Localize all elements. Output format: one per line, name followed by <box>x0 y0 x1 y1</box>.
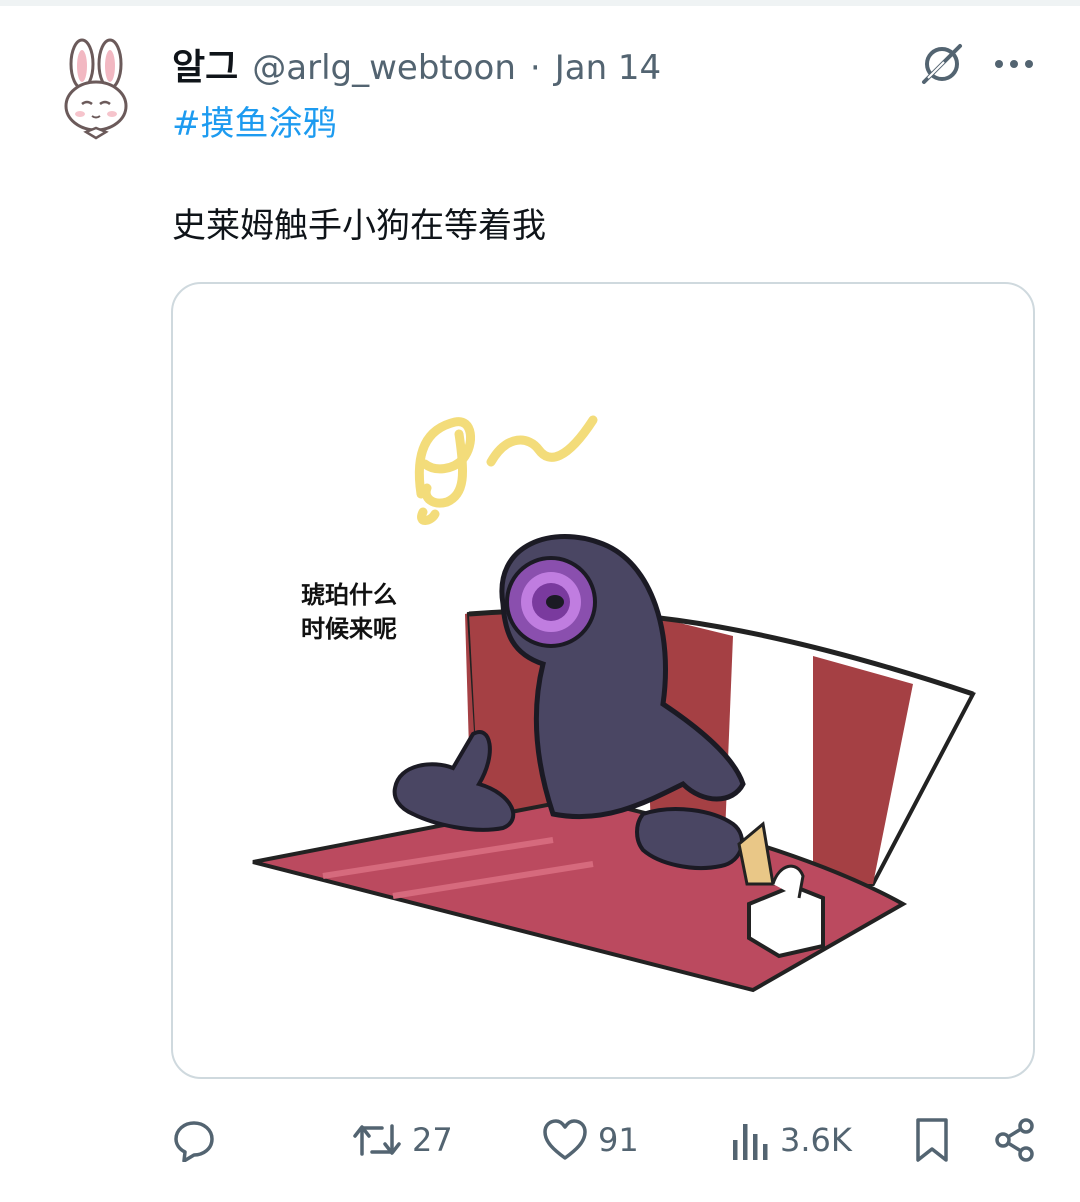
bunny-avatar-icon <box>64 38 128 140</box>
more-options-button[interactable] <box>990 44 1038 84</box>
author-line: 알그 @arlg_webtoon · Jan 14 <box>172 38 661 88</box>
share-icon <box>995 1118 1034 1162</box>
action-bar: 27 91 3.6K <box>0 1110 1080 1170</box>
speech-text: 琥珀什么 时候来呢 <box>301 578 461 646</box>
reply-button[interactable] <box>172 1110 216 1170</box>
tweet-text: 史莱姆触手小狗在等着我 <box>172 206 546 246</box>
author-avatar[interactable] <box>48 38 144 142</box>
retweet-icon <box>353 1124 401 1156</box>
illustration <box>252 415 976 993</box>
views-button[interactable]: 3.6K <box>730 1110 852 1170</box>
bar-chart-icon <box>733 1124 768 1160</box>
retweet-button[interactable]: 27 <box>352 1110 453 1170</box>
share-button[interactable] <box>994 1110 1036 1170</box>
grok-button[interactable] <box>918 40 966 88</box>
speech-line-1: 琥珀什么 <box>301 580 397 609</box>
heart-icon <box>543 1119 587 1160</box>
separator-dot: · <box>529 48 541 88</box>
hashtag-link[interactable]: #摸鱼涂鸦 <box>172 96 337 145</box>
tweet-date[interactable]: Jan 14 <box>555 48 661 88</box>
speech-line-2: 时候来呢 <box>301 614 397 643</box>
bookmark-button[interactable] <box>914 1110 950 1170</box>
music-note-scribble <box>414 415 598 525</box>
retweet-count: 27 <box>412 1121 453 1159</box>
author-handle[interactable]: @arlg_webtoon <box>252 48 516 88</box>
like-button[interactable]: 91 <box>542 1110 639 1170</box>
bookmark-icon <box>916 1118 948 1162</box>
top-divider <box>0 0 1080 6</box>
reply-bubble-icon <box>174 1121 214 1162</box>
like-count: 91 <box>598 1121 639 1159</box>
grok-icon <box>922 44 962 84</box>
views-count: 3.6K <box>780 1121 852 1159</box>
author-name[interactable]: 알그 <box>172 38 238 90</box>
media-card[interactable]: 琥珀什么 时候来呢 <box>171 282 1035 1079</box>
more-dots-icon <box>995 60 1033 68</box>
